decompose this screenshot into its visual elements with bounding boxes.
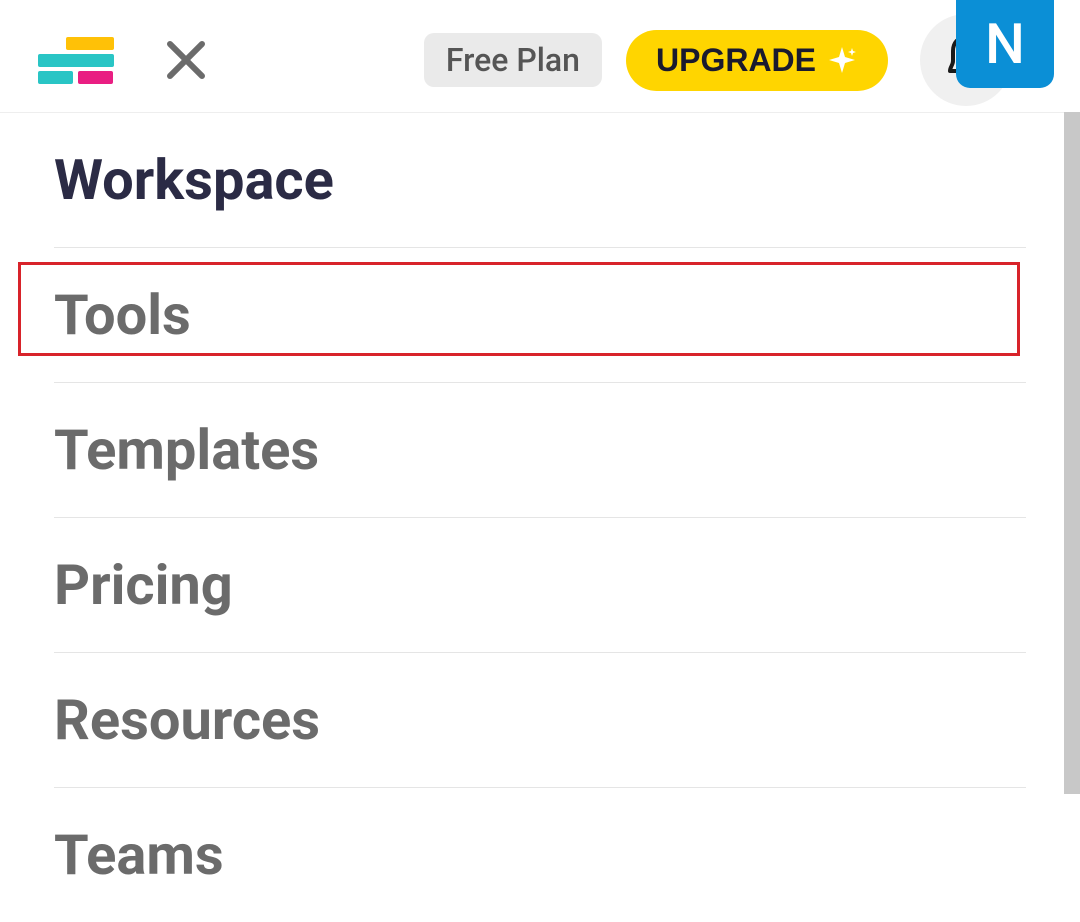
- header: Free Plan UPGRADE N: [0, 0, 1080, 110]
- avatar-initial: N: [985, 11, 1025, 77]
- close-icon[interactable]: [164, 38, 208, 82]
- menu-item-tools[interactable]: Tools: [54, 248, 1026, 383]
- upgrade-label: UPGRADE: [656, 42, 816, 79]
- plan-badge: Free Plan: [424, 33, 602, 87]
- scrollbar[interactable]: [1064, 112, 1080, 794]
- upgrade-button[interactable]: UPGRADE: [626, 30, 888, 91]
- menu-item-resources[interactable]: Resources: [54, 653, 1026, 788]
- logo[interactable]: [38, 37, 114, 84]
- main-menu: Workspace Tools Templates Pricing Resour…: [0, 113, 1080, 922]
- menu-item-teams[interactable]: Teams: [54, 788, 1026, 922]
- menu-item-pricing[interactable]: Pricing: [54, 518, 1026, 653]
- menu-item-templates[interactable]: Templates: [54, 383, 1026, 518]
- avatar[interactable]: N: [956, 0, 1054, 88]
- menu-item-workspace[interactable]: Workspace: [54, 113, 1026, 248]
- sparkle-icon: [826, 44, 858, 76]
